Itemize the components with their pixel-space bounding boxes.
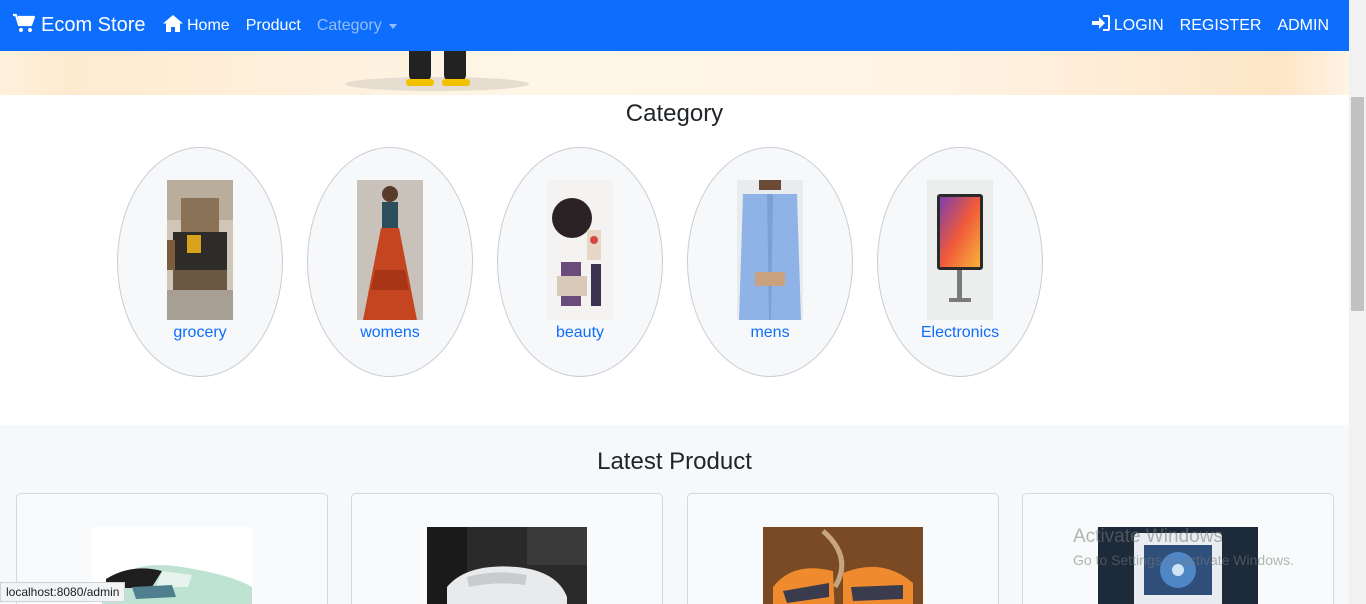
category-image-mens [737,180,803,320]
category-image-beauty [547,180,613,320]
category-label-mens[interactable]: mens [688,324,852,342]
category-card-electronics[interactable]: Electronics [877,147,1043,377]
nav-product[interactable]: Product [246,17,301,35]
nav-home-label: Home [187,16,230,34]
banner-figure-leg [409,51,431,81]
product-image-orange-shoes [763,527,923,604]
hero-banner [0,51,1349,95]
watermark-title: Activate Windows [1073,526,1223,547]
product-image-white-sneaker [427,527,587,604]
category-label-womens[interactable]: womens [308,324,472,342]
nav-login-label: LOGIN [1113,16,1164,34]
category-heading: Category [625,100,724,127]
category-card-mens[interactable]: mens [687,147,853,377]
nav-home[interactable]: Home [163,14,230,37]
category-label-beauty[interactable]: beauty [498,324,662,342]
link-status-bar: localhost:8080/admin [0,582,126,602]
product-card[interactable] [687,493,999,604]
category-card-grocery[interactable]: grocery [117,147,283,377]
banner-figure-shoe [442,79,470,86]
brand-name: Ecom Store [41,14,146,36]
nav-login[interactable]: LOGIN [1091,15,1164,36]
nav-category-label: Category [316,16,382,34]
vertical-scrollbar[interactable] [1349,0,1366,604]
category-card-womens[interactable]: womens [307,147,473,377]
windows-activation-watermark: Activate Windows Go to Settings to activ… [1073,526,1294,568]
nav-admin[interactable]: ADMIN [1277,17,1329,35]
home-icon [163,14,187,37]
category-label-electronics[interactable]: Electronics [878,324,1042,342]
banner-shadow [345,77,529,91]
watermark-subtitle: Go to Settings to activate Windows. [1073,552,1294,568]
brand-link[interactable]: Ecom Store [12,0,145,51]
latest-product-heading: Latest Product [597,448,752,475]
category-image-grocery [167,180,233,320]
sign-in-icon [1091,15,1114,36]
scrollbar-thumb[interactable] [1351,97,1364,311]
chevron-down-icon [388,23,397,29]
category-label-grocery[interactable]: grocery [118,324,282,342]
category-image-womens [357,180,423,320]
category-card-beauty[interactable]: beauty [497,147,663,377]
product-card[interactable] [351,493,663,604]
top-navbar: Ecom Store Home Product Category LOGIN R… [0,0,1349,51]
category-image-electronics [927,180,993,320]
nav-register[interactable]: REGISTER [1180,17,1262,35]
nav-category-dropdown[interactable]: Category [317,17,397,35]
banner-figure-leg [444,51,466,81]
banner-figure-shoe [406,79,434,86]
cart-icon [12,13,41,39]
